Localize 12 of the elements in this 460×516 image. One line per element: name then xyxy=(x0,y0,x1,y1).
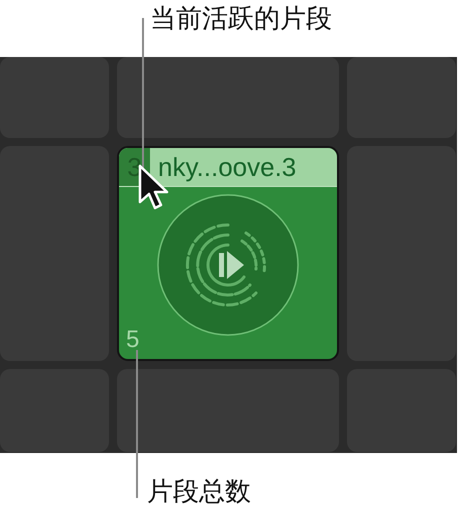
grid-cell[interactable] xyxy=(347,57,456,138)
callout-text: 当前活跃的片段 xyxy=(150,4,332,34)
grid-cell[interactable] xyxy=(117,369,339,452)
grid-cell[interactable] xyxy=(347,369,456,452)
grid-cell[interactable] xyxy=(0,369,109,452)
grid-cell[interactable] xyxy=(347,146,456,361)
play-disc-drawing[interactable] xyxy=(156,193,300,337)
clip-count: 5 xyxy=(126,327,140,353)
grid-cell[interactable] xyxy=(0,57,109,138)
grid-cell[interactable] xyxy=(117,57,339,138)
callout-text: 片段总数 xyxy=(147,477,251,507)
clip-title: nky...oove.3 xyxy=(157,151,296,184)
